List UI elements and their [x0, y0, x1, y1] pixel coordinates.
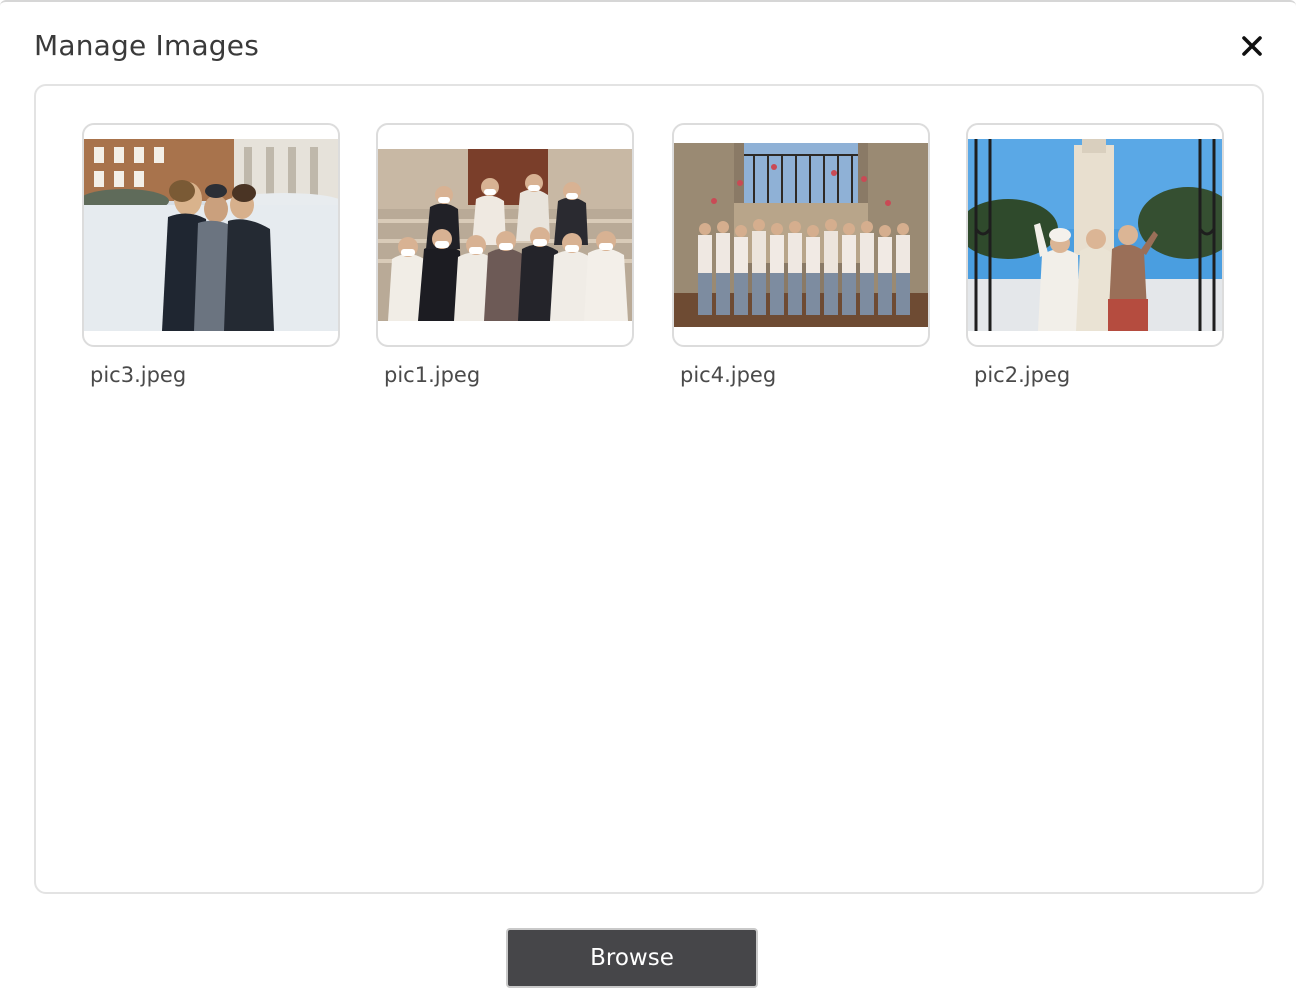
photo-preview — [968, 139, 1222, 331]
image-thumbnail[interactable] — [966, 123, 1224, 347]
image-thumbnail[interactable] — [672, 123, 930, 347]
photo-preview — [378, 149, 632, 321]
photo-preview — [84, 139, 338, 331]
manage-images-dialog: Manage Images pic3.jpeg pic1.jpeg pic4.j… — [0, 0, 1296, 998]
image-file-name: pic1.jpeg — [384, 363, 481, 387]
photo-preview — [674, 143, 928, 327]
image-file-name: pic2.jpeg — [974, 363, 1071, 387]
image-card[interactable]: pic2.jpeg — [966, 123, 1224, 389]
dialog-title: Manage Images — [34, 29, 260, 62]
image-card[interactable]: pic1.jpeg — [376, 123, 634, 389]
browse-button[interactable]: Browse — [506, 928, 758, 988]
close-icon — [1242, 36, 1262, 56]
image-card[interactable]: pic4.jpeg — [672, 123, 930, 389]
image-card[interactable]: pic3.jpeg — [82, 123, 340, 389]
close-button[interactable] — [1238, 32, 1266, 60]
image-gallery: pic3.jpeg pic1.jpeg pic4.jpeg pic2.jpeg — [34, 84, 1264, 894]
image-thumbnail[interactable] — [376, 123, 634, 347]
image-file-name: pic3.jpeg — [90, 363, 187, 387]
image-file-name: pic4.jpeg — [680, 363, 777, 387]
image-thumbnail[interactable] — [82, 123, 340, 347]
